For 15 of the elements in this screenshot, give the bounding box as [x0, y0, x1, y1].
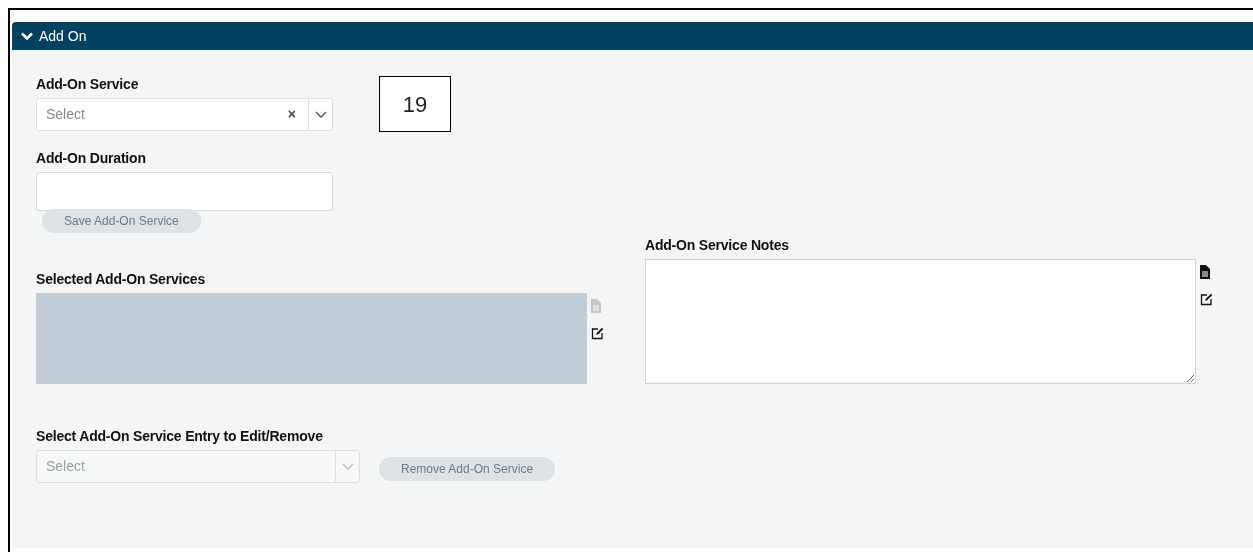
- caret-icon: [314, 110, 327, 119]
- field-label: Select Add-On Service Entry to Edit/Remove: [36, 427, 324, 446]
- panel-header[interactable]: Add On: [12, 22, 1253, 50]
- field-label: Add-On Service: [36, 75, 140, 94]
- clear-icon[interactable]: ×: [287, 104, 296, 125]
- document-icon[interactable]: [1200, 264, 1210, 279]
- callout-number: 19: [379, 76, 451, 132]
- caret-icon: [341, 462, 354, 471]
- field-label: Selected Add-On Services: [36, 270, 206, 289]
- field-label: Add-On Service Notes: [645, 236, 790, 255]
- edit-icon[interactable]: [1200, 293, 1213, 307]
- select-field[interactable]: Select ×: [36, 98, 333, 131]
- duration-input[interactable]: [36, 172, 333, 211]
- field-label: Add-On Duration: [36, 149, 147, 168]
- panel-title: Add On: [39, 26, 87, 46]
